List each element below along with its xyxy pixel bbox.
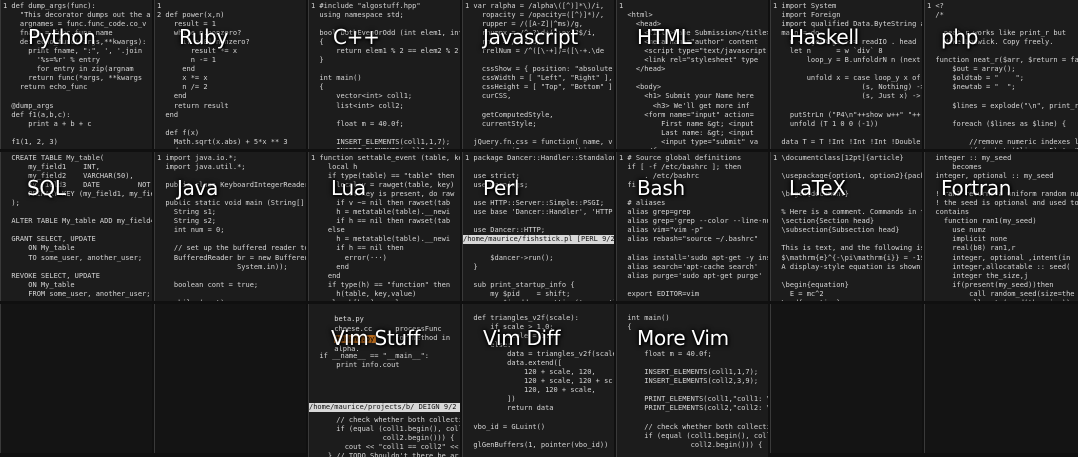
label-sql: SQL [27, 176, 66, 200]
label-perl: Perl [483, 176, 520, 200]
tile-cpp[interactable]: 1 #include "algostuff.hpp" using namespa… [308, 0, 460, 149]
code-sql: CREATE TABLE My_table( my_field1 INT, my… [11, 154, 152, 298]
code-lua: 1 function settable_event (table, key lo… [311, 154, 460, 301]
label-haskell: Haskell [789, 25, 859, 49]
code-perl: 1 package Dancer::Handler::Standalone us… [465, 154, 614, 301]
tile-javascript[interactable]: 1 var ralpha = /alpha\([^)]*\)/i, ropaci… [462, 0, 614, 149]
code-fortran: integer :: my_seed becomes integer, opti… [935, 154, 1078, 301]
tile-morevim[interactable]: int main() { float m = 40.0f; INSERT_ELE… [616, 304, 768, 457]
tile-ruby[interactable]: 1 2 def power(x,n) result = 1 while n.no… [154, 0, 306, 149]
tile-java[interactable]: 1 import java.io.*; import java.util.*; … [154, 152, 306, 301]
label-bash: Bash [637, 176, 685, 200]
tile-vimdiff[interactable]: def triangles_v2f(scale): if scale > 1.0… [462, 304, 614, 457]
code-python: 1 def dump_args(func): "This decorator d… [3, 2, 151, 146]
code-php: 1 <? /* neat_r works like print_r but Mi… [927, 2, 1078, 149]
label-ruby: Ruby [179, 25, 229, 49]
tile-empty-3 [770, 304, 922, 453]
tile-bash[interactable]: 1 # Source global definitions if [ -f /e… [616, 152, 768, 301]
label-java: Java [177, 176, 219, 200]
code-ruby: 1 2 def power(x,n) result = 1 while n.no… [157, 2, 288, 149]
tile-fortran[interactable]: integer :: my_seed becomes integer, opti… [924, 152, 1078, 301]
language-showcase-grid: 1 def dump_args(func): "This decorator d… [0, 0, 1078, 457]
label-latex: LaTeX [789, 176, 846, 200]
label-lua: Lua [331, 176, 366, 200]
label-python: Python [28, 25, 96, 49]
vim-tabline: beta.py cheese.cc banana.py alpha. [309, 304, 460, 353]
tile-python[interactable]: 1 def dump_args(func): "This decorator d… [0, 0, 152, 149]
label-cpp: C++ [333, 25, 380, 49]
vimstuff-status-bar: /home/maurice/projects/b/ DEIGN 9/2 [309, 403, 460, 412]
tile-latex[interactable]: 1 \documentclass[12pt]{article} \usepack… [770, 152, 922, 301]
label-morevim: More Vim [637, 326, 729, 350]
tile-lua[interactable]: 1 function settable_event (table, key lo… [308, 152, 460, 301]
tile-php[interactable]: 1 <? /* neat_r works like print_r but Mi… [924, 0, 1078, 149]
tile-empty-4 [924, 304, 1078, 453]
label-fortran: Fortran [941, 176, 1012, 200]
label-vimdiff: Vim Diff [483, 326, 561, 350]
code-html: 1 <html> <head> <title>Name Submission</… [619, 2, 768, 149]
tile-empty-2 [154, 304, 306, 453]
tile-vimstuff[interactable]: beta.py cheese.cc banana.py alpha. proce… [308, 304, 460, 457]
code-latex: 1 \documentclass[12pt]{article} \usepack… [773, 154, 922, 301]
tile-empty-1 [0, 304, 152, 453]
tile-haskell[interactable]: 1 import System import Foreign import qu… [770, 0, 922, 149]
perl-status-bar: /home/maurice/fishstick.pl [PERL 9/22 [463, 235, 614, 244]
code-bash: 1 # Source global definitions if [ -f /e… [619, 154, 768, 298]
label-html: HTML [637, 25, 692, 49]
tile-perl[interactable]: 1 package Dancer::Handler::Standalone us… [462, 152, 614, 301]
label-javascript: Javascript [483, 25, 578, 49]
tile-html[interactable]: 1 <html> <head> <title>Name Submission</… [616, 0, 768, 149]
label-vimstuff: Vim Stuff [331, 326, 421, 350]
tile-sql[interactable]: CREATE TABLE My_table( my_field1 INT, my… [0, 152, 152, 301]
code-cpp: 1 #include "algostuff.hpp" using namespa… [311, 2, 460, 149]
code-java: 1 import java.io.*; import java.util.*; … [157, 154, 306, 301]
code-haskell: 1 import System import Foreign import qu… [773, 2, 922, 146]
code-javascript: 1 var ralpha = /alpha\([^)]*\)/i, ropaci… [465, 2, 613, 149]
label-php: php [941, 25, 979, 49]
